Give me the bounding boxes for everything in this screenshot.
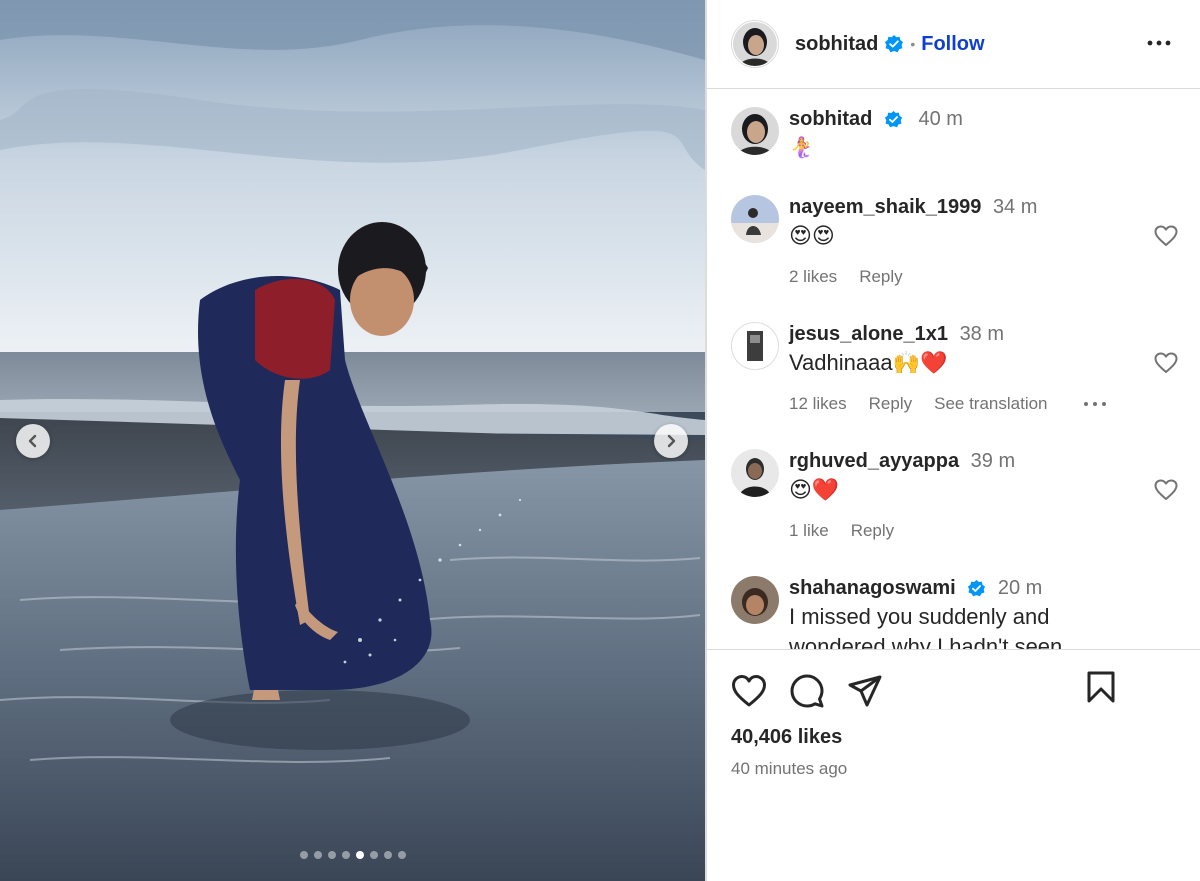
caption-avatar-image: [731, 107, 779, 155]
verified-badge-icon: [968, 580, 986, 597]
caption: sobhitad 40 m 🧜‍♀️: [731, 107, 1200, 163]
comment-likes[interactable]: 1 like: [789, 521, 829, 541]
carousel-dot: [383, 851, 392, 859]
comment-time[interactable]: 34 m: [993, 196, 1037, 218]
carousel-dot: [299, 851, 308, 859]
more-horizontal-icon[interactable]: [1082, 399, 1108, 409]
comment-time[interactable]: 20 m: [998, 577, 1042, 599]
comment-time[interactable]: 39 m: [971, 450, 1015, 472]
post-media: [0, 0, 705, 881]
reply-button[interactable]: Reply: [869, 394, 912, 414]
comment-time[interactable]: 38 m: [960, 323, 1004, 345]
commenter-avatar[interactable]: [731, 576, 779, 624]
commenter-avatar-image: [732, 323, 778, 369]
carousel-dot: [313, 851, 322, 859]
author-avatar-image: [733, 22, 777, 66]
commenter-avatar[interactable]: [731, 322, 779, 370]
post-header: sobhitad • Follow: [707, 0, 1200, 89]
carousel-indicator: [0, 851, 705, 859]
carousel-dot: [341, 851, 350, 859]
heart-icon[interactable]: [731, 674, 767, 708]
author-avatar[interactable]: [731, 20, 779, 68]
comment-username[interactable]: rghuved_ayyappa: [789, 450, 959, 472]
separator-dot: •: [910, 36, 916, 52]
comment-username[interactable]: nayeem_shaik_1999: [789, 196, 981, 218]
comment-item: jesus_alone_1x1 38 m Vadhinaaa🙌❤️ 12 lik…: [731, 322, 1200, 414]
instagram-post: sobhitad • Follow: [0, 0, 1200, 881]
comment-text: Vadhinaaa🙌❤️: [789, 350, 948, 375]
comment-text: I missed you suddenly and wondered why I…: [789, 604, 1063, 650]
likes-count[interactable]: 40,406 likes: [731, 726, 1176, 749]
heart-icon[interactable]: [1154, 225, 1178, 247]
comment-likes[interactable]: 12 likes: [789, 394, 847, 414]
caption-time[interactable]: 40 m: [918, 108, 962, 130]
comment-item: rghuved_ayyappa 39 m 😍❤️ 1 like Reply: [731, 449, 1200, 541]
comments-list[interactable]: sobhitad 40 m 🧜‍♀️: [707, 89, 1200, 650]
verified-badge-icon: [884, 111, 902, 128]
post-photo: [0, 0, 705, 881]
comment-text: 😍😍: [789, 223, 835, 248]
previous-slide-button[interactable]: [16, 424, 50, 458]
post-actions: 40,406 likes 40 minutes ago: [707, 650, 1200, 881]
comment-item: shahanagoswami 20 m I missed you suddenl…: [731, 576, 1200, 650]
caption-text: 🧜‍♀️: [789, 137, 814, 159]
comment-text: 😍❤️: [789, 477, 840, 502]
commenter-avatar[interactable]: [731, 195, 779, 243]
share-icon[interactable]: [847, 674, 883, 708]
caption-username[interactable]: sobhitad: [789, 108, 872, 130]
carousel-dot: [397, 851, 406, 859]
commenter-avatar-image: [731, 195, 779, 243]
caption-avatar[interactable]: [731, 107, 779, 155]
commenter-avatar-image: [731, 576, 779, 624]
author-username[interactable]: sobhitad: [795, 33, 878, 56]
carousel-dot: [369, 851, 378, 859]
verified-badge-icon: [885, 35, 904, 53]
post-timestamp[interactable]: 40 minutes ago: [731, 759, 1176, 779]
comment-username[interactable]: shahanagoswami: [789, 577, 956, 599]
see-translation-button[interactable]: See translation: [934, 394, 1047, 414]
heart-icon[interactable]: [1154, 479, 1178, 501]
commenter-avatar[interactable]: [731, 449, 779, 497]
commenter-avatar-image: [731, 449, 779, 497]
post-side-panel: sobhitad • Follow: [707, 0, 1200, 881]
reply-button[interactable]: Reply: [859, 267, 902, 287]
next-slide-button[interactable]: [654, 424, 688, 458]
follow-button[interactable]: Follow: [921, 33, 984, 56]
reply-button[interactable]: Reply: [851, 521, 894, 541]
bookmark-icon[interactable]: [1086, 670, 1116, 704]
chevron-left-icon: [28, 434, 37, 448]
comment-item: nayeem_shaik_1999 34 m 😍😍 2 likes Reply: [731, 195, 1200, 287]
chevron-right-icon: [667, 434, 676, 448]
heart-icon[interactable]: [1154, 352, 1178, 374]
carousel-dot: [355, 851, 364, 859]
more-horizontal-icon[interactable]: [1146, 30, 1172, 56]
comment-username[interactable]: jesus_alone_1x1: [789, 323, 948, 345]
comment-likes[interactable]: 2 likes: [789, 267, 837, 287]
comment-icon[interactable]: [789, 673, 825, 709]
carousel-dot: [327, 851, 336, 859]
